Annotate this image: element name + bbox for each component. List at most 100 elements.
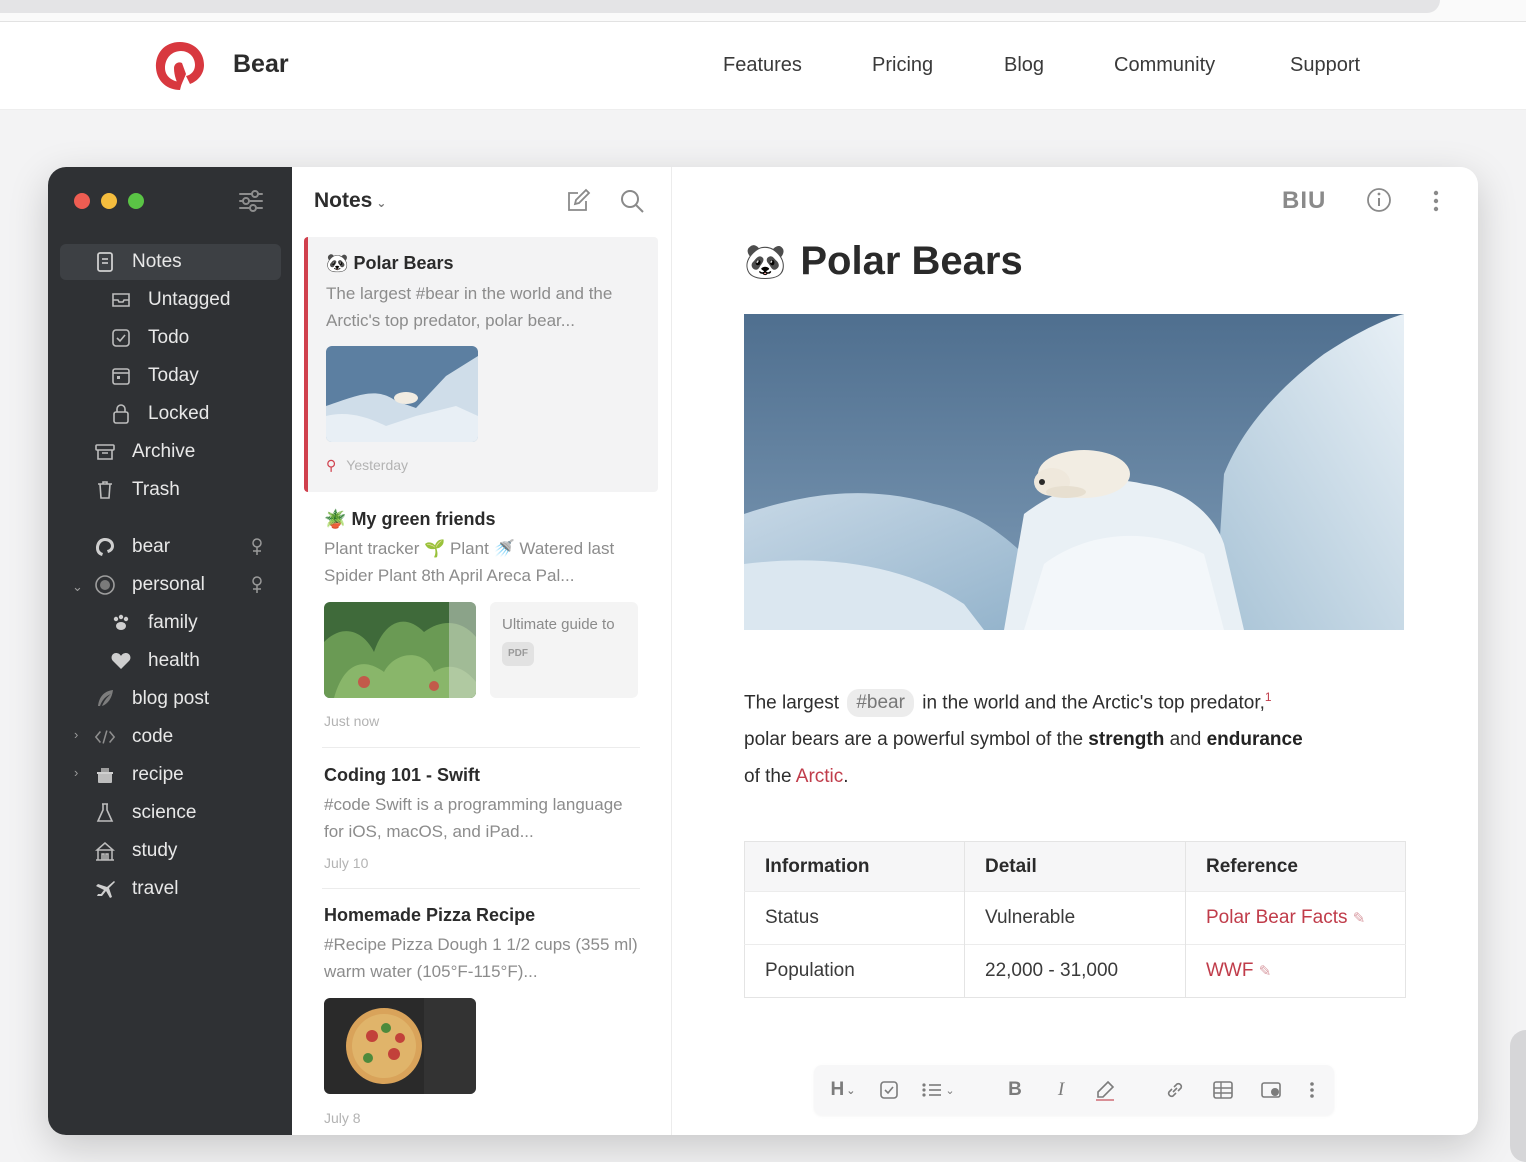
text-style-button[interactable]: BIU	[1282, 187, 1326, 215]
table-cell[interactable]: 22,000 - 31,000	[964, 944, 1186, 998]
pin-icon[interactable]	[250, 575, 264, 595]
sidebar-tag-bear[interactable]: bear	[94, 529, 280, 565]
sidebar-tag-study[interactable]: study	[94, 833, 177, 869]
note-snippet: The largest #bear in the world and the A…	[326, 284, 613, 330]
sidebar-item-trash[interactable]: Trash	[94, 472, 180, 508]
calendar-icon	[110, 365, 132, 387]
note-thumbnail-polar-bear	[326, 346, 478, 442]
link-button[interactable]	[1162, 1077, 1188, 1103]
nav-link-pricing[interactable]: Pricing	[872, 54, 933, 77]
italic-button[interactable]: I	[1048, 1077, 1074, 1103]
sidebar-tag-travel[interactable]: travel	[94, 871, 178, 907]
plane-icon	[94, 878, 116, 900]
checkbox-button[interactable]	[876, 1077, 902, 1103]
chevron-down-icon: ⌄	[945, 1084, 955, 1097]
note-title[interactable]: 🐼 Polar Bears	[744, 239, 1023, 284]
sidebar-tag-label: health	[148, 650, 200, 671]
tag-bear[interactable]: #bear	[847, 689, 914, 718]
text-run: in the world and the Arctic's top predat…	[922, 692, 1265, 714]
search-icon[interactable]	[618, 187, 646, 215]
note-emoji: 🐼	[326, 253, 349, 273]
nav-link-community[interactable]: Community	[1114, 54, 1215, 77]
sidebar-tag-recipe[interactable]: recipe	[94, 757, 184, 793]
brand-name[interactable]: Bear	[233, 50, 289, 79]
note-date: July 8	[324, 1110, 361, 1126]
window-zoom-button[interactable]	[128, 193, 144, 209]
feather-icon	[94, 688, 116, 710]
sidebar-item-label: Untagged	[148, 289, 231, 310]
table-header[interactable]: Reference	[1185, 841, 1406, 892]
text-run: and	[1169, 729, 1202, 751]
note-paragraph[interactable]: The largest #bear in the world and the A…	[744, 679, 1424, 795]
footnote-marker[interactable]: 1	[1265, 690, 1272, 704]
chevron-right-icon[interactable]: ›	[74, 765, 78, 780]
nav-link-features[interactable]: Features	[723, 54, 802, 77]
note-card-polar-bears[interactable]: 🐼 Polar Bears The largest #bear in the w…	[304, 237, 658, 492]
chevron-right-icon[interactable]: ›	[74, 727, 78, 742]
sidebar-tag-health[interactable]: health	[110, 643, 200, 679]
sidebar-item-locked[interactable]: Locked	[110, 396, 209, 432]
link-arctic[interactable]: Arctic	[796, 766, 844, 787]
study-icon	[94, 840, 116, 862]
paw-icon	[110, 612, 132, 634]
highlight-button[interactable]	[1092, 1077, 1118, 1103]
sidebar-tag-science[interactable]: science	[94, 795, 196, 831]
heading-button[interactable]: H ⌄	[826, 1077, 860, 1103]
note-date-text: Yesterday	[346, 457, 409, 473]
note-list-title-text: Notes	[314, 189, 373, 212]
pencil-icon: ✎	[1352, 910, 1366, 927]
table-button[interactable]	[1210, 1077, 1236, 1103]
sidebar-filter-icon[interactable]	[236, 187, 266, 215]
window-close-button[interactable]	[74, 193, 90, 209]
note-snippet: Plant tracker 🌱 Plant 🚿 Watered last Spi…	[324, 539, 615, 585]
compose-icon[interactable]	[564, 187, 592, 215]
table-cell[interactable]: Status	[744, 891, 965, 945]
attachment-button[interactable]	[1258, 1077, 1286, 1103]
sidebar-item-untagged[interactable]: Untagged	[110, 282, 230, 318]
table-cell[interactable]: Population	[744, 944, 965, 998]
note-thumbnail-plants	[324, 602, 476, 698]
sidebar-tag-family[interactable]: family	[110, 605, 198, 641]
polar-bear-image[interactable]	[744, 314, 1404, 630]
nav-link-support[interactable]: Support	[1290, 54, 1360, 77]
window-minimize-button[interactable]	[101, 193, 117, 209]
sidebar-item-label: Notes	[132, 251, 182, 272]
sidebar-tag-blog-post[interactable]: blog post	[94, 681, 209, 717]
table-cell-link[interactable]: Polar Bear Facts ✎	[1185, 891, 1406, 945]
list-button[interactable]: ⌄	[918, 1077, 958, 1103]
scrollbar[interactable]	[1510, 1030, 1526, 1162]
note-card-coding-swift[interactable]: Coding 101 - Swift #code Swift is a prog…	[304, 749, 658, 887]
bold-button[interactable]: B	[1002, 1077, 1028, 1103]
more-options-icon[interactable]	[1428, 187, 1444, 215]
heart-icon	[110, 650, 132, 672]
divider	[322, 888, 640, 889]
more-options-button[interactable]	[1304, 1077, 1320, 1103]
reference-link[interactable]: WWF	[1206, 960, 1253, 981]
sidebar-tag-code[interactable]: code	[94, 719, 173, 755]
sidebar-tag-personal[interactable]: personal	[94, 567, 280, 603]
text-run: The largest	[744, 692, 840, 714]
bear-app-window: ⌄ Notes Untagged Todo Today	[48, 167, 1478, 1135]
sidebar-item-today[interactable]: Today	[110, 358, 199, 394]
note-card-pizza-recipe[interactable]: Homemade Pizza Recipe #Recipe Pizza Doug…	[304, 891, 658, 1135]
bear-logo-icon[interactable]	[150, 38, 210, 94]
sidebar-tag-label: personal	[132, 574, 205, 595]
note-list-title[interactable]: Notes ⌄	[314, 189, 386, 213]
pin-icon[interactable]	[250, 537, 264, 557]
chevron-down-icon[interactable]: ⌄	[72, 579, 83, 595]
reference-link[interactable]: Polar Bear Facts	[1206, 907, 1348, 928]
sidebar-item-notes[interactable]: Notes	[60, 244, 281, 280]
nav-link-blog[interactable]: Blog	[1004, 54, 1044, 77]
browser-url-bar[interactable]	[0, 0, 1440, 13]
note-date: July 10	[324, 855, 369, 871]
pdf-attachment[interactable]: Ultimate guide to PDF	[490, 602, 638, 698]
table-cell[interactable]: Vulnerable	[964, 891, 1186, 945]
sidebar-item-todo[interactable]: Todo	[110, 320, 189, 356]
sidebar-item-archive[interactable]: Archive	[94, 434, 195, 470]
table-header[interactable]: Detail	[964, 841, 1186, 892]
table-cell-link[interactable]: WWF ✎	[1185, 944, 1406, 998]
info-icon[interactable]	[1365, 186, 1393, 214]
table-header-row: Information Detail Reference	[744, 841, 1406, 892]
note-card-green-friends[interactable]: 🪴 My green friends Plant tracker 🌱 Plant…	[304, 493, 658, 748]
table-header[interactable]: Information	[744, 841, 965, 892]
